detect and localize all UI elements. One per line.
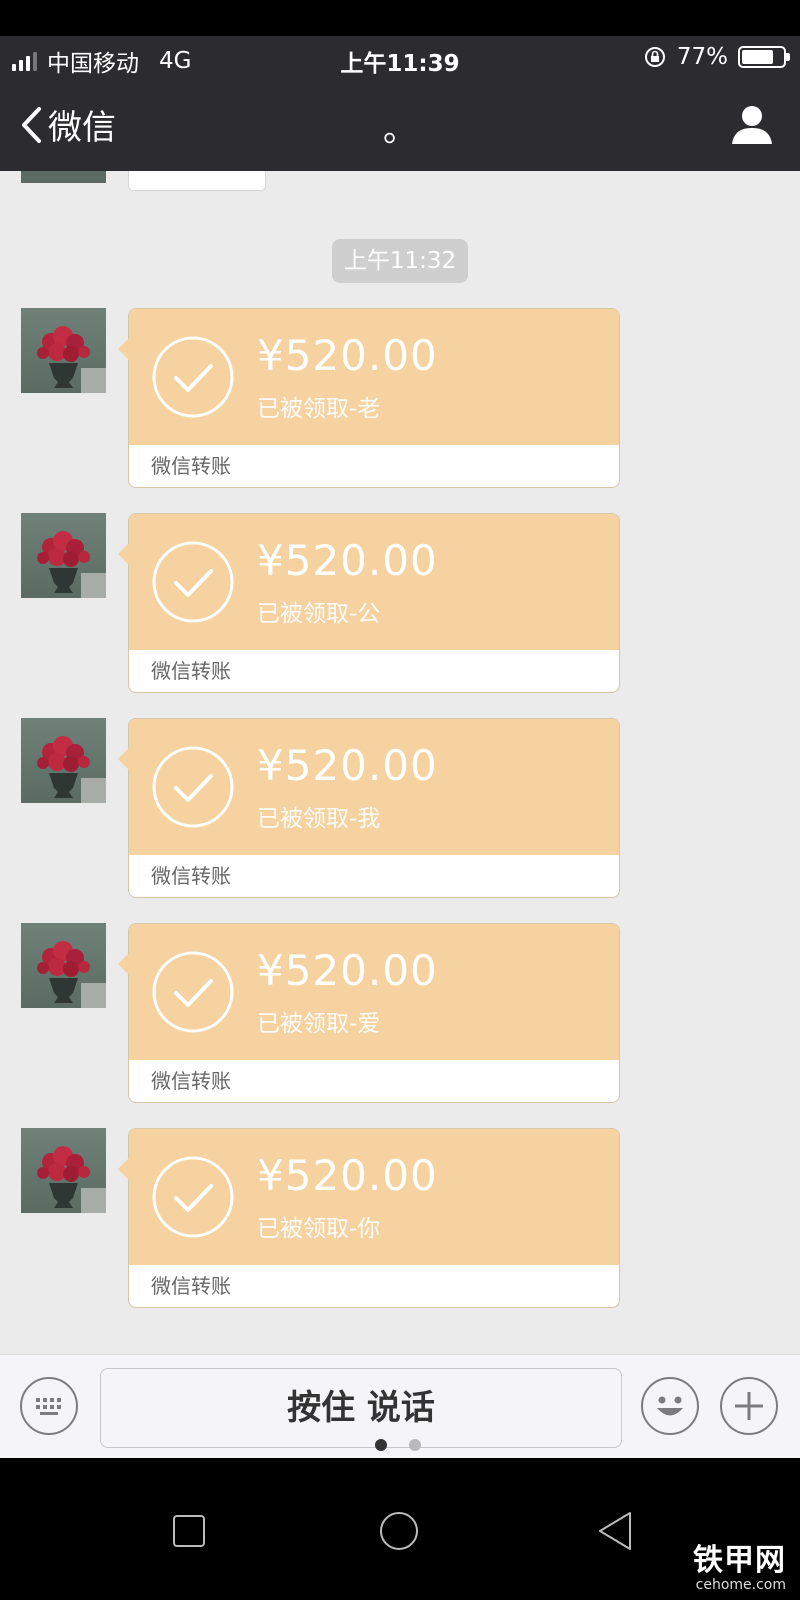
page-dot-active bbox=[375, 1439, 387, 1451]
nav-bar: 微信 。 bbox=[0, 78, 800, 171]
transfer-status: 已被领取-老 bbox=[257, 396, 381, 422]
avatar[interactable] bbox=[21, 923, 106, 1008]
page-indicator bbox=[375, 1439, 421, 1451]
page-dot bbox=[409, 1439, 421, 1451]
battery-icon bbox=[738, 46, 790, 68]
avatar[interactable] bbox=[21, 718, 106, 803]
message-timestamp: 上午11:32 bbox=[332, 239, 468, 283]
message-row: ¥520.00 已被领取-你 微信转账 bbox=[0, 1128, 800, 1310]
check-circle-icon bbox=[152, 746, 234, 828]
transfer-card[interactable]: ¥520.00 已被领取-爱 微信转账 bbox=[118, 923, 620, 1103]
hold-to-talk-button[interactable]: 按住 说话 bbox=[100, 1368, 622, 1448]
phone-screen: 中国移动 4G 上午11:39 77% 微信 。 上午11:32 ¥520.00… bbox=[0, 0, 800, 1600]
transfer-amount: ¥520.00 bbox=[257, 741, 438, 790]
transfer-footer: 微信转账 bbox=[151, 1069, 231, 1093]
transfer-footer: 微信转账 bbox=[151, 864, 231, 888]
transfer-footer: 微信转账 bbox=[151, 659, 231, 683]
transfer-card[interactable]: ¥520.00 已被领取-你 微信转账 bbox=[118, 1128, 620, 1308]
transfer-footer: 微信转账 bbox=[151, 454, 231, 478]
flower-vase-image bbox=[37, 1146, 106, 1213]
chat-area[interactable]: 上午11:32 ¥520.00 已被领取-老 微信转账 ¥520.00 已被领取… bbox=[0, 171, 800, 1354]
transfer-amount: ¥520.00 bbox=[257, 331, 438, 380]
more-button[interactable] bbox=[720, 1377, 778, 1435]
chat-title: 。 bbox=[383, 110, 417, 150]
transfer-card-top: ¥520.00 已被领取-老 bbox=[129, 309, 619, 445]
check-circle-icon bbox=[152, 541, 234, 623]
transfer-status: 已被领取-你 bbox=[257, 1216, 381, 1242]
watermark-domain: cehome.com bbox=[695, 1577, 786, 1593]
home-circle-icon[interactable] bbox=[378, 1510, 420, 1552]
flower-vase-image bbox=[37, 531, 106, 598]
watermark-brand: 铁甲网 bbox=[693, 1543, 786, 1578]
transfer-footer: 微信转账 bbox=[151, 1274, 231, 1298]
transfer-status: 已被领取-公 bbox=[257, 601, 381, 627]
status-bar: 中国移动 4G 上午11:39 77% bbox=[0, 36, 800, 78]
watermark: 铁甲网 cehome.com bbox=[693, 1543, 786, 1593]
rotation-lock-icon bbox=[644, 47, 665, 67]
message-row: ¥520.00 已被领取-公 微信转账 bbox=[0, 513, 800, 695]
battery-level bbox=[742, 50, 773, 64]
avatar[interactable] bbox=[21, 513, 106, 598]
avatar[interactable] bbox=[21, 308, 106, 393]
check-circle-icon bbox=[152, 1156, 234, 1238]
transfer-card-top: ¥520.00 已被领取-你 bbox=[129, 1129, 619, 1265]
avatar bbox=[21, 171, 106, 183]
battery-percent: 77% bbox=[676, 44, 728, 70]
transfer-amount: ¥520.00 bbox=[257, 1151, 438, 1200]
flower-vase-image bbox=[37, 736, 106, 803]
message-row: ¥520.00 已被领取-我 微信转账 bbox=[0, 718, 800, 900]
transfer-card-top: ¥520.00 已被领取-爱 bbox=[129, 924, 619, 1060]
check-circle-icon bbox=[152, 336, 234, 418]
transfer-card-top: ¥520.00 已被领取-我 bbox=[129, 719, 619, 855]
keyboard-icon bbox=[36, 1398, 61, 1415]
transfer-amount: ¥520.00 bbox=[257, 536, 438, 585]
transfer-card[interactable]: ¥520.00 已被领取-我 微信转账 bbox=[118, 718, 620, 898]
message-row: ¥520.00 已被领取-爱 微信转账 bbox=[0, 923, 800, 1105]
transfer-amount: ¥520.00 bbox=[257, 946, 438, 995]
transfer-card-top: ¥520.00 已被领取-公 bbox=[129, 514, 619, 650]
plus-icon bbox=[735, 1392, 763, 1420]
transfer-card[interactable]: ¥520.00 已被领取-老 微信转账 bbox=[118, 308, 620, 488]
input-bar: 按住 说话 bbox=[0, 1354, 800, 1459]
transfer-status: 已被领取-爱 bbox=[257, 1011, 381, 1037]
status-right: 77% bbox=[643, 44, 790, 70]
message-row: ¥520.00 已被领取-老 微信转账 bbox=[0, 308, 800, 490]
transfer-status: 已被领取-我 bbox=[257, 806, 381, 832]
check-circle-icon bbox=[152, 951, 234, 1033]
smiley-icon bbox=[657, 1396, 683, 1416]
recents-square-icon[interactable] bbox=[172, 1514, 206, 1548]
keyboard-toggle-button[interactable] bbox=[20, 1377, 78, 1435]
avatar[interactable] bbox=[21, 1128, 106, 1213]
flower-vase-image bbox=[37, 941, 106, 1008]
flower-vase-image bbox=[37, 326, 106, 393]
emoji-button[interactable] bbox=[641, 1377, 699, 1435]
person-icon[interactable] bbox=[730, 102, 774, 146]
back-triangle-icon[interactable] bbox=[596, 1510, 636, 1552]
message-bubble bbox=[128, 171, 266, 191]
transfer-card[interactable]: ¥520.00 已被领取-公 微信转账 bbox=[118, 513, 620, 693]
system-nav-bar: 铁甲网 cehome.com bbox=[0, 1458, 800, 1600]
